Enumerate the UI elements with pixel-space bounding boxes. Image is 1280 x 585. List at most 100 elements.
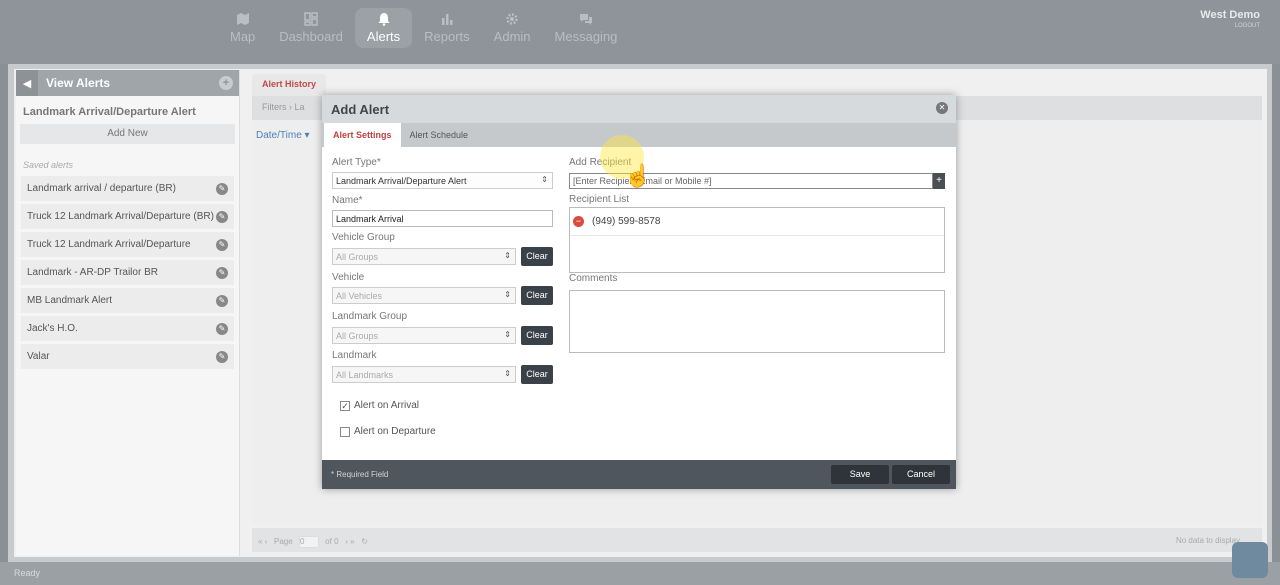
clear-landmark-button[interactable]: Clear <box>521 365 553 384</box>
remove-icon[interactable]: − <box>573 216 584 227</box>
select-arrows-icon: ⇕ <box>504 369 511 378</box>
edit-icon[interactable]: ✎ <box>216 238 228 251</box>
pager-controls: « ‹ Page 0 of 0 › » ↻ <box>258 536 368 548</box>
dialog-body: Alert Type* Landmark Arrival/Departure A… <box>322 135 956 460</box>
dialog-title: Add Alert <box>331 101 390 117</box>
saved-alerts-label: Saved alerts <box>23 160 74 170</box>
alert-type-value: Landmark Arrival/Departure Alert <box>336 176 467 186</box>
saved-alert-item[interactable]: Truck 12 Landmark Arrival/Departure (BR)… <box>21 204 234 229</box>
vehicle-value: All Vehicles <box>336 291 383 301</box>
close-icon[interactable]: ✕ <box>936 102 948 114</box>
vehicle-group-select[interactable]: All Groups ⇕ <box>332 248 516 265</box>
history-tabbar: Alert History <box>252 74 1262 96</box>
hand-pointer-icon: ☝ <box>624 163 652 188</box>
recipient-phone: (949) 599-8578 <box>592 216 661 227</box>
back-arrow-icon[interactable]: ◀ <box>16 70 38 96</box>
status-text: Ready <box>14 568 41 578</box>
sidebar-title: View Alerts <box>46 76 111 90</box>
edit-icon[interactable]: ✎ <box>216 350 228 363</box>
clear-vehicle-group-button[interactable]: Clear <box>521 247 553 266</box>
name-label: Name* <box>332 195 363 206</box>
add-circle-icon[interactable]: + <box>219 76 233 90</box>
nav-messaging[interactable]: Messaging <box>543 8 630 48</box>
required-field-note: * Required Field <box>331 470 389 479</box>
alert-on-arrival-label: Alert on Arrival <box>354 400 420 411</box>
gear-icon <box>506 13 518 25</box>
nav-map[interactable]: Map <box>218 8 267 48</box>
nav-reports[interactable]: Reports <box>412 8 482 48</box>
chat-icon <box>579 14 592 25</box>
status-bar: Ready <box>0 562 1280 585</box>
clear-vehicle-button[interactable]: Clear <box>521 286 553 305</box>
nav-reports-label: Reports <box>424 29 470 44</box>
landmark-label: Landmark <box>332 350 377 361</box>
nav-alerts[interactable]: Alerts <box>354 8 413 48</box>
saved-alert-item[interactable]: Truck 12 Landmark Arrival/Departure ✎ <box>21 232 234 257</box>
landmark-group-value: All Groups <box>336 331 379 341</box>
map-icon <box>236 13 249 25</box>
recipient-row: − (949) 599-8578 <box>570 208 944 236</box>
saved-alert-label: Landmark arrival / departure (BR) <box>27 183 176 194</box>
recipient-list: − (949) 599-8578 <box>569 207 945 273</box>
nav-admin[interactable]: Admin <box>482 8 543 48</box>
saved-alert-item[interactable]: MB Landmark Alert ✎ <box>21 288 234 313</box>
alerts-sidebar: ◀ View Alerts + Landmark Arrival/Departu… <box>16 70 240 556</box>
select-arrows-icon: ⇕ <box>504 330 511 339</box>
edit-icon[interactable]: ✎ <box>216 210 228 223</box>
saved-alert-label: Valar <box>27 351 50 362</box>
edit-icon[interactable]: ✎ <box>216 322 228 335</box>
alert-type-select[interactable]: Landmark Arrival/Departure Alert ⇕ <box>332 172 553 189</box>
saved-alert-label: Landmark - AR-DP Trailor BR <box>27 267 158 278</box>
checkmark-icon: ✓ <box>340 400 350 411</box>
saved-alert-item[interactable]: Landmark - AR-DP Trailor BR ✎ <box>21 260 234 285</box>
page-number-input[interactable]: 0 <box>298 536 319 548</box>
edit-icon[interactable]: ✎ <box>216 182 228 195</box>
chat-widget-icon[interactable] <box>1232 542 1268 578</box>
add-recipient-icon[interactable]: + <box>933 173 945 189</box>
comments-label: Comments <box>569 273 618 284</box>
vehicle-group-label: Vehicle Group <box>332 232 395 243</box>
saved-alert-item[interactable]: Jack's H.O. ✎ <box>21 316 234 341</box>
dialog-header: Add Alert ✕ <box>322 95 956 123</box>
dashboard-icon <box>304 12 318 26</box>
user-area: West Demo LOGOUT <box>1200 9 1260 29</box>
select-arrows-icon: ⇕ <box>504 290 511 299</box>
tab-alert-settings[interactable]: Alert Settings <box>324 123 401 147</box>
nav-dashboard[interactable]: Dashboard <box>267 8 355 48</box>
datetime-label: Date/Time <box>256 130 302 141</box>
logout-link[interactable]: LOGOUT <box>1200 23 1260 29</box>
bar-chart-icon <box>441 14 453 25</box>
filters-label[interactable]: Filters › La <box>262 102 305 112</box>
recipient-list-label: Recipient List <box>569 194 630 205</box>
name-input[interactable]: Landmark Arrival <box>332 210 553 227</box>
refresh-icon[interactable]: ↻ <box>361 537 368 546</box>
saved-alert-item[interactable]: Valar ✎ <box>21 344 234 369</box>
top-navigation-bar: Map Dashboard Alerts Reports Admin Messa… <box>0 0 1280 64</box>
tab-alert-history[interactable]: Alert History <box>252 74 326 96</box>
nav-alerts-label: Alerts <box>366 29 401 44</box>
add-alert-dialog: Add Alert ✕ Alert Settings Alert Schedul… <box>322 95 956 489</box>
edit-icon[interactable]: ✎ <box>216 266 228 279</box>
cancel-button[interactable]: Cancel <box>892 465 950 484</box>
vehicle-label: Vehicle <box>332 272 365 283</box>
filters-text: Filters <box>262 102 287 112</box>
datetime-column-header[interactable]: Date/Time ▾ <box>256 130 310 141</box>
clear-landmark-group-button[interactable]: Clear <box>521 326 553 345</box>
edit-icon[interactable]: ✎ <box>216 294 228 307</box>
alert-on-departure-label: Alert on Departure <box>354 426 436 437</box>
vehicle-select[interactable]: All Vehicles ⇕ <box>332 287 516 304</box>
alert-on-departure-checkbox[interactable]: Alert on Departure <box>340 426 436 437</box>
landmark-group-label: Landmark Group <box>332 311 408 322</box>
nav-messaging-label: Messaging <box>554 29 618 44</box>
landmark-group-select[interactable]: All Groups ⇕ <box>332 327 516 344</box>
comments-textarea[interactable] <box>569 290 945 353</box>
tab-alert-schedule[interactable]: Alert Schedule <box>401 123 478 147</box>
alert-on-arrival-checkbox[interactable]: ✓ Alert on Arrival <box>340 400 419 411</box>
no-data-text: No data to display <box>1175 536 1240 545</box>
filters-crumb: La <box>294 102 305 112</box>
saved-alert-item[interactable]: Landmark arrival / departure (BR) ✎ <box>21 176 234 201</box>
sidebar-header: ◀ View Alerts + <box>16 70 239 96</box>
save-button[interactable]: Save <box>831 465 889 484</box>
landmark-select[interactable]: All Landmarks ⇕ <box>332 366 516 383</box>
add-new-button[interactable]: Add New <box>20 124 235 144</box>
